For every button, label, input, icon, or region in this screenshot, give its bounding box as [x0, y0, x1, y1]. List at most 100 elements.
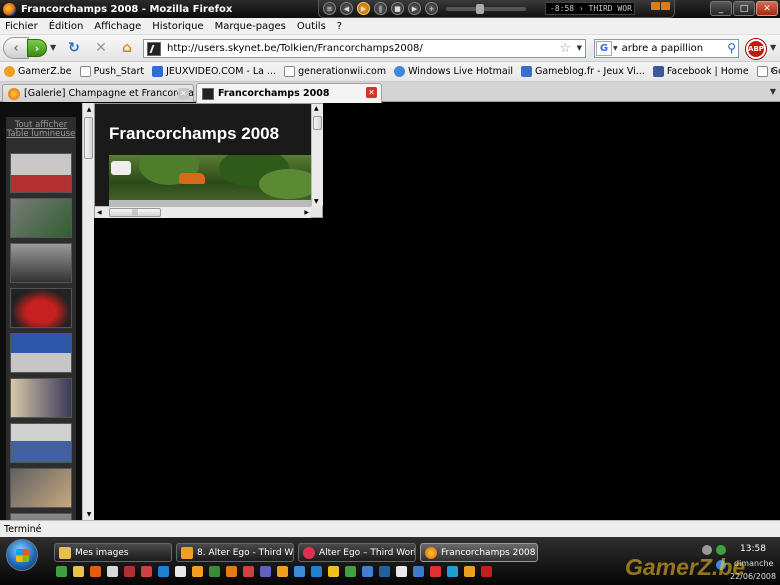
quick-launch-icon[interactable] [243, 566, 254, 577]
url-bar[interactable]: ☆ ▼ [143, 39, 586, 58]
bookmark-facebook[interactable]: Facebook | Home [652, 66, 749, 77]
menu-edition[interactable]: Édition [49, 21, 84, 32]
quick-launch-icon[interactable] [379, 566, 390, 577]
volume-icon[interactable]: + [425, 2, 438, 15]
history-dropdown-icon[interactable]: ▼ [50, 43, 56, 52]
quick-launch-icon[interactable] [141, 566, 152, 577]
quick-launch-icon[interactable] [328, 566, 339, 577]
back-button[interactable]: ‹ [3, 37, 29, 59]
tab-list-icon[interactable]: ▼ [770, 87, 776, 96]
thumbnail[interactable] [10, 333, 72, 373]
scrollbar-thumb[interactable] [84, 117, 93, 159]
thumbnail[interactable] [10, 423, 72, 463]
bookmarks-overflow-icon[interactable]: » [770, 65, 776, 76]
tab-francorchamps[interactable]: Francorchamps 2008 ✕ [196, 83, 382, 103]
menu-affichage[interactable]: Affichage [94, 21, 141, 32]
quick-launch-icon[interactable] [294, 566, 305, 577]
quick-launch-icon[interactable] [413, 566, 424, 577]
quick-launch-icon[interactable] [56, 566, 67, 577]
quick-launch-icon[interactable] [226, 566, 237, 577]
scroll-down-icon[interactable]: ▼ [83, 508, 95, 520]
menu-fichier[interactable]: Fichier [5, 21, 38, 32]
minimize-button[interactable]: _ [710, 1, 732, 16]
quick-launch-icon[interactable] [124, 566, 135, 577]
previous-track-icon[interactable]: ◀ [340, 2, 353, 15]
menu-outils[interactable]: Outils [297, 21, 326, 32]
adblock-plus-button[interactable]: ABP [746, 39, 766, 59]
main-photo[interactable] [109, 155, 311, 206]
quick-launch-icon[interactable] [447, 566, 458, 577]
seek-slider[interactable] [446, 3, 526, 14]
quick-launch-icon[interactable] [345, 566, 356, 577]
search-icon[interactable]: ⚲ [727, 41, 736, 55]
url-input[interactable] [167, 43, 547, 54]
bookmark-hotmail[interactable]: Windows Live Hotmail [394, 66, 513, 77]
quick-launch-icon[interactable] [277, 566, 288, 577]
quick-launch-icon[interactable] [396, 566, 407, 577]
scroll-right-icon[interactable]: ▶ [304, 209, 309, 216]
scrollbar-thumb[interactable] [313, 116, 322, 130]
menu-historique[interactable]: Historique [152, 21, 203, 32]
tab-close-icon[interactable]: ✕ [366, 87, 377, 98]
quick-launch-icon[interactable] [464, 566, 475, 577]
thumbnail[interactable] [10, 243, 72, 283]
thumbnail[interactable] [10, 513, 72, 520]
home-icon[interactable]: ⌂ [119, 40, 135, 56]
scroll-up-icon[interactable]: ▲ [314, 105, 319, 112]
tab-galerie[interactable]: [Galerie] Champagne et Francorchamp... ✕ [2, 84, 194, 102]
quick-launch-icon[interactable] [209, 566, 220, 577]
sidebar-scrollbar[interactable]: ▲ ▼ [82, 103, 94, 520]
quick-launch-icon[interactable] [311, 566, 322, 577]
next-track-icon[interactable]: ▶ [408, 2, 421, 15]
bookmark-gameblog[interactable]: Gameblog.fr - Jeux Vi... [521, 66, 645, 77]
player-menu-icon[interactable]: ≡ [323, 2, 336, 15]
quick-launch-icon[interactable] [175, 566, 186, 577]
search-engine-dropdown-icon[interactable]: ▼ [613, 45, 618, 52]
scrollbar-thumb[interactable]: ||| [109, 208, 161, 217]
quick-launch-icon[interactable] [362, 566, 373, 577]
search-input[interactable] [621, 43, 722, 54]
quick-launch-icon[interactable] [481, 566, 492, 577]
quick-launch-icon[interactable] [90, 566, 101, 577]
bookmark-push-start[interactable]: Push_Start [79, 66, 144, 77]
thumbnail[interactable] [10, 468, 72, 508]
maximize-button[interactable]: □ [733, 1, 755, 16]
taskbar-item-mes-images[interactable]: Mes images [54, 543, 172, 562]
bookmark-gamerz[interactable]: GamerZ.be [4, 66, 72, 77]
close-button[interactable]: ✕ [756, 1, 778, 16]
tab-close-icon[interactable]: ✕ [178, 88, 189, 99]
toolbar-overflow-icon[interactable]: ▼ [770, 43, 776, 52]
thumbnail[interactable] [10, 378, 72, 418]
start-button[interactable] [6, 539, 38, 571]
clock-time[interactable]: 13:58 [740, 544, 766, 554]
bookmark-google-traduction[interactable]: Google Traduction [756, 66, 780, 77]
quick-launch-icon[interactable] [430, 566, 441, 577]
quick-launch-icon[interactable] [107, 566, 118, 577]
reload-icon[interactable]: ↻ [66, 40, 82, 56]
player-close-icon[interactable] [661, 2, 670, 10]
scroll-down-icon[interactable]: ▼ [314, 198, 319, 205]
forward-button[interactable]: › [27, 39, 47, 57]
stop-icon[interactable]: ✕ [93, 40, 109, 56]
taskbar-item-firefox[interactable]: Francorchamps 2008 - ... [420, 543, 538, 562]
play-icon[interactable]: ▶ [357, 2, 370, 15]
bookmark-jeuxvideo[interactable]: JEUXVIDEO.COM - La ... [152, 66, 276, 77]
star-icon[interactable]: ☆ [559, 41, 571, 56]
url-dropdown-icon[interactable]: ▼ [577, 44, 582, 52]
thumbnail[interactable] [10, 288, 72, 328]
thumbnail[interactable] [10, 198, 72, 238]
taskbar-item-alter-ego-web[interactable]: Alter Ego – Third Worl... [298, 543, 416, 562]
quick-launch-icon[interactable] [192, 566, 203, 577]
frame-horizontal-scrollbar[interactable]: ◀ ||| ▶ [95, 206, 311, 218]
stop-track-icon[interactable]: ■ [391, 2, 404, 15]
quick-launch-icon[interactable] [158, 566, 169, 577]
search-engine-icon[interactable]: G [596, 41, 612, 56]
show-all-lightbox-link[interactable]: Tout afficher Table lumineuse [6, 117, 76, 153]
menu-help[interactable]: ? [337, 21, 342, 32]
thumbnail[interactable] [10, 153, 72, 193]
frame-vertical-scrollbar[interactable]: ▲ ▼ [311, 104, 323, 206]
scroll-left-icon[interactable]: ◀ [97, 209, 102, 216]
search-bar[interactable]: G ▼ ⚲ [594, 39, 739, 58]
pause-icon[interactable]: ‖ [374, 2, 387, 15]
quick-launch-icon[interactable] [73, 566, 84, 577]
